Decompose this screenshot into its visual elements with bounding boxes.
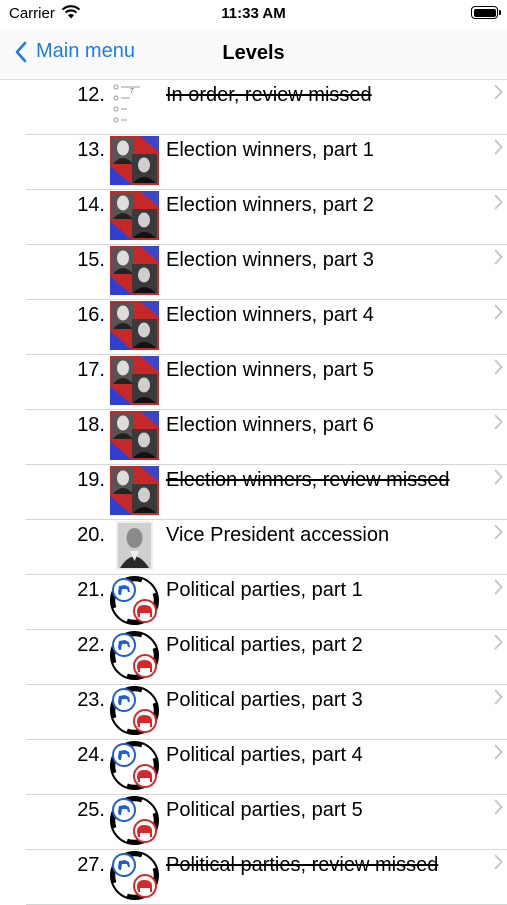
party-symbols-thumb bbox=[110, 631, 159, 680]
levels-list: 12. 7 In order, review missed 13. Election w… bbox=[0, 80, 507, 905]
chevron-right-icon bbox=[494, 304, 503, 320]
level-row[interactable]: 17. Election winners, part 5 bbox=[0, 355, 507, 410]
chevron-right-icon bbox=[494, 414, 503, 430]
level-row[interactable]: 14. Election winners, part 2 bbox=[0, 190, 507, 245]
level-number: 16. bbox=[77, 304, 105, 326]
level-number: 17. bbox=[77, 359, 105, 381]
level-title: Political parties, part 3 bbox=[166, 689, 363, 711]
clock: 11:33 AM bbox=[221, 5, 286, 22]
level-number: 15. bbox=[77, 249, 105, 271]
party-symbols-thumb bbox=[110, 851, 159, 900]
level-title: Election winners, part 3 bbox=[166, 249, 374, 271]
chevron-right-icon bbox=[494, 359, 503, 375]
party-symbols-thumb bbox=[110, 796, 159, 845]
chevron-right-icon bbox=[494, 744, 503, 760]
chevron-right-icon bbox=[494, 524, 503, 540]
level-title: Election winners, part 2 bbox=[166, 194, 374, 216]
level-title: Political parties, part 2 bbox=[166, 634, 363, 656]
level-number: 20. bbox=[77, 524, 105, 546]
level-title: Election winners, review missed bbox=[166, 469, 450, 491]
level-row[interactable]: 24. Political parties, part 4 bbox=[0, 740, 507, 795]
level-number: 25. bbox=[77, 799, 105, 821]
level-title: Election winners, part 1 bbox=[166, 139, 374, 161]
level-number: 13. bbox=[77, 139, 105, 161]
level-number: 22. bbox=[77, 634, 105, 656]
level-number: 24. bbox=[77, 744, 105, 766]
battery-icon bbox=[471, 6, 501, 19]
level-number: 21. bbox=[77, 579, 105, 601]
page-title: Levels bbox=[222, 42, 285, 64]
level-title: Election winners, part 4 bbox=[166, 304, 374, 326]
status-bar: Carrier 11:33 AM bbox=[0, 0, 507, 28]
level-row[interactable]: 18. Election winners, part 6 bbox=[0, 410, 507, 465]
level-row[interactable]: 19. Election winners, review missed bbox=[0, 465, 507, 520]
level-row[interactable]: 25. Political parties, part 5 bbox=[0, 795, 507, 850]
presidents-portrait-thumb bbox=[110, 356, 159, 405]
chevron-right-icon bbox=[494, 634, 503, 650]
chevron-right-icon bbox=[494, 799, 503, 815]
level-title: Political parties, part 1 bbox=[166, 579, 363, 601]
level-number: 14. bbox=[77, 194, 105, 216]
level-title: Political parties, part 4 bbox=[166, 744, 363, 766]
chevron-right-icon bbox=[494, 579, 503, 595]
chevron-right-icon bbox=[494, 854, 503, 870]
level-title: In order, review missed bbox=[166, 84, 372, 106]
level-row[interactable]: 13. Election winners, part 1 bbox=[0, 135, 507, 190]
level-title: Political parties, review missed bbox=[166, 854, 439, 876]
presidents-portrait-thumb bbox=[110, 301, 159, 350]
chevron-right-icon bbox=[494, 84, 503, 100]
presidents-portrait-thumb bbox=[110, 136, 159, 185]
level-number: 27. bbox=[77, 854, 105, 876]
level-number: 23. bbox=[77, 689, 105, 711]
level-title: Election winners, part 6 bbox=[166, 414, 374, 436]
chevron-right-icon bbox=[494, 139, 503, 155]
level-row[interactable]: 21. Political parties, part 1 bbox=[0, 575, 507, 630]
chevron-right-icon bbox=[494, 689, 503, 705]
vice-president-portrait-thumb bbox=[110, 521, 159, 570]
level-row[interactable]: 22. Political parties, part 2 bbox=[0, 630, 507, 685]
level-row[interactable]: 20. Vice President accession bbox=[0, 520, 507, 575]
chevron-right-icon bbox=[494, 249, 503, 265]
level-row[interactable]: 27. Political parties, review missed bbox=[0, 850, 507, 905]
presidents-portrait-thumb bbox=[110, 246, 159, 295]
level-title: Vice President accession bbox=[166, 524, 390, 546]
level-row[interactable]: 16. Election winners, part 4 bbox=[0, 300, 507, 355]
presidents-portrait-thumb bbox=[110, 466, 159, 515]
level-title: Political parties, part 5 bbox=[166, 799, 363, 821]
party-symbols-thumb bbox=[110, 686, 159, 735]
level-title: Election winners, part 5 bbox=[166, 359, 374, 381]
party-symbols-thumb bbox=[110, 741, 159, 790]
presidents-portrait-thumb bbox=[110, 191, 159, 240]
presidents-portrait-thumb bbox=[110, 411, 159, 460]
level-row[interactable]: 15. Election winners, part 3 bbox=[0, 245, 507, 300]
chevron-right-icon bbox=[494, 194, 503, 210]
level-number: 18. bbox=[77, 414, 105, 436]
level-row[interactable]: 12. 7 In order, review missed bbox=[0, 80, 507, 135]
order-list-thumb: 7 bbox=[110, 81, 159, 130]
svg-text:7: 7 bbox=[130, 88, 134, 95]
level-number: 19. bbox=[77, 469, 105, 491]
level-number: 12. bbox=[77, 84, 105, 106]
party-symbols-thumb bbox=[110, 576, 159, 625]
navigation-bar: Main menu Levels bbox=[0, 28, 507, 80]
level-row[interactable]: 23. Political parties, part 3 bbox=[0, 685, 507, 740]
chevron-right-icon bbox=[494, 469, 503, 485]
